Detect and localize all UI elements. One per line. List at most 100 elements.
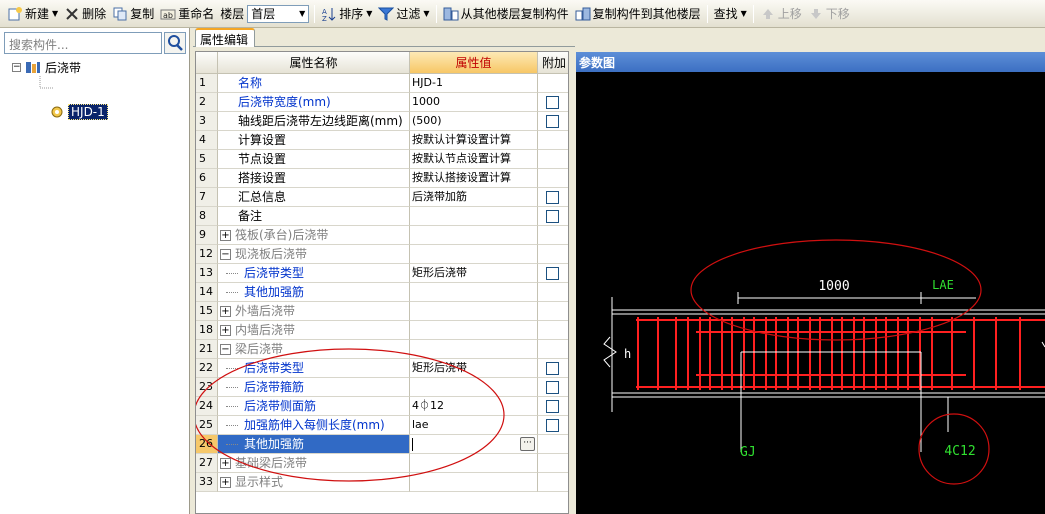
property-name-cell[interactable]: 其他加强筋	[218, 283, 410, 302]
collapse-icon[interactable]: −	[220, 344, 231, 355]
attach-checkbox[interactable]	[546, 191, 559, 204]
property-name-cell[interactable]: + 内墙后浇带	[218, 321, 410, 340]
tree-item-root[interactable]: − 后浇带	[12, 59, 81, 75]
table-row[interactable]: 12− 现浇板后浇带	[196, 245, 568, 264]
property-name-cell[interactable]: − 梁后浇带	[218, 340, 410, 359]
table-row[interactable]: 5 节点设置 按默认节点设置计算	[196, 150, 568, 169]
property-name-cell[interactable]: + 基础梁后浇带	[218, 454, 410, 473]
table-row[interactable]: 24 后浇带侧面筋 4⏀12	[196, 397, 568, 416]
sort-button[interactable]: AZ 排序 ▼	[318, 3, 375, 25]
delete-button[interactable]: 删除	[61, 3, 109, 25]
table-row[interactable]: 21− 梁后浇带	[196, 340, 568, 359]
table-row[interactable]: 18 + 内墙后浇带	[196, 321, 568, 340]
property-value-cell[interactable]	[410, 226, 538, 245]
move-down-button[interactable]: 下移	[805, 3, 853, 25]
property-name-cell[interactable]: 后浇带类型	[218, 359, 410, 378]
property-name-cell[interactable]: 名称	[218, 74, 410, 93]
attach-cell[interactable]	[538, 397, 568, 416]
property-value-cell[interactable]: 后浇带加筋	[410, 188, 538, 207]
property-value-cell[interactable]	[410, 283, 538, 302]
attach-cell[interactable]	[538, 207, 568, 226]
search-button[interactable]	[164, 32, 186, 54]
property-value-cell[interactable]: ···	[410, 435, 538, 454]
expand-icon[interactable]: +	[220, 477, 231, 488]
attach-cell[interactable]	[538, 264, 568, 283]
copy-to-floor-button[interactable]: 复制构件到其他楼层	[572, 3, 704, 25]
table-row[interactable]: 3 轴线距后浇带左边线距离(mm) (500)	[196, 112, 568, 131]
property-name-cell[interactable]: + 外墙后浇带	[218, 302, 410, 321]
property-name-cell[interactable]: 节点设置	[218, 150, 410, 169]
property-name-cell[interactable]: 加强筋伸入每侧长度(mm)	[218, 416, 410, 435]
table-row[interactable]: 14 其他加强筋	[196, 283, 568, 302]
property-value-cell[interactable]	[410, 454, 538, 473]
attach-cell[interactable]	[538, 378, 568, 397]
table-row[interactable]: 25 加强筋伸入每侧长度(mm) lae	[196, 416, 568, 435]
attach-cell[interactable]	[538, 359, 568, 378]
property-value-cell[interactable]	[410, 378, 538, 397]
property-value-cell[interactable]: 按默认搭接设置计算	[410, 169, 538, 188]
attach-cell[interactable]	[538, 416, 568, 435]
find-button[interactable]: 查找 ▼	[711, 3, 750, 25]
ellipsis-button[interactable]: ···	[520, 437, 535, 451]
property-value-cell[interactable]	[410, 302, 538, 321]
attach-checkbox[interactable]	[546, 96, 559, 109]
table-row[interactable]: 23 后浇带箍筋	[196, 378, 568, 397]
property-name-cell[interactable]: 计算设置	[218, 131, 410, 150]
property-value-cell[interactable]: HJD-1	[410, 74, 538, 93]
property-value-cell[interactable]: 矩形后浇带	[410, 264, 538, 283]
table-row[interactable]: 13 后浇带类型 矩形后浇带	[196, 264, 568, 283]
property-value-cell[interactable]: 按默认计算设置计算	[410, 131, 538, 150]
tree-collapse-toggle[interactable]: −	[12, 62, 21, 72]
property-name-cell[interactable]: 后浇带类型	[218, 264, 410, 283]
property-name-cell[interactable]: 搭接设置	[218, 169, 410, 188]
expand-icon[interactable]: +	[220, 230, 231, 241]
attach-checkbox[interactable]	[546, 362, 559, 375]
property-value-cell[interactable]: 按默认节点设置计算	[410, 150, 538, 169]
attach-checkbox[interactable]	[546, 381, 559, 394]
property-value-cell[interactable]: 矩形后浇带	[410, 359, 538, 378]
property-name-cell[interactable]: 后浇带宽度(mm)	[218, 93, 410, 112]
attach-cell[interactable]	[538, 93, 568, 112]
expand-icon[interactable]: +	[220, 458, 231, 469]
property-name-cell[interactable]: + 显示样式	[218, 473, 410, 492]
attach-checkbox[interactable]	[546, 419, 559, 432]
table-row[interactable]: 33 + 显示样式	[196, 473, 568, 492]
table-row[interactable]: 15 + 外墙后浇带	[196, 302, 568, 321]
property-value-cell[interactable]: 4⏀12	[410, 397, 538, 416]
property-value-cell[interactable]: 1000	[410, 93, 538, 112]
table-row[interactable]: 1 名称 HJD-1	[196, 74, 568, 93]
table-row[interactable]: 6 搭接设置 按默认搭接设置计算	[196, 169, 568, 188]
property-name-cell[interactable]: 后浇带侧面筋	[218, 397, 410, 416]
collapse-icon[interactable]: −	[220, 249, 231, 260]
table-row[interactable]: 8 备注	[196, 207, 568, 226]
expand-icon[interactable]: +	[220, 325, 231, 336]
table-row[interactable]: 22 后浇带类型 矩形后浇带	[196, 359, 568, 378]
attach-checkbox[interactable]	[546, 210, 559, 223]
tab-property-edit[interactable]: 属性编辑	[195, 28, 255, 47]
table-row[interactable]: 7 汇总信息 后浇带加筋	[196, 188, 568, 207]
table-row[interactable]: 9 + 筏板(承台)后浇带	[196, 226, 568, 245]
copy-button[interactable]: 复制	[109, 3, 157, 25]
property-value-cell[interactable]	[410, 473, 538, 492]
attach-cell[interactable]	[538, 188, 568, 207]
expand-icon[interactable]: +	[220, 306, 231, 317]
tree-item-hjd1[interactable]: HJD-1	[50, 104, 108, 120]
property-name-cell[interactable]: 轴线距后浇带左边线距离(mm)	[218, 112, 410, 131]
property-value-cell[interactable]: lae	[410, 416, 538, 435]
filter-button[interactable]: 过滤 ▼	[375, 3, 432, 25]
search-input[interactable]: 搜索构件...	[4, 32, 162, 54]
property-name-cell[interactable]: 汇总信息	[218, 188, 410, 207]
table-row[interactable]: 4 计算设置 按默认计算设置计算	[196, 131, 568, 150]
property-value-cell[interactable]	[410, 340, 538, 359]
property-value-cell[interactable]	[410, 245, 538, 264]
table-row[interactable]: 2 后浇带宽度(mm) 1000	[196, 93, 568, 112]
property-name-cell[interactable]: 后浇带箍筋	[218, 378, 410, 397]
attach-checkbox[interactable]	[546, 115, 559, 128]
property-value-cell[interactable]	[410, 207, 538, 226]
rename-button[interactable]: ab 重命名	[157, 3, 217, 25]
new-button[interactable]: 新建 ▼	[4, 3, 61, 25]
property-name-cell[interactable]: − 现浇板后浇带	[218, 245, 410, 264]
property-name-cell[interactable]: + 筏板(承台)后浇带	[218, 226, 410, 245]
attach-checkbox[interactable]	[546, 400, 559, 413]
property-value-cell[interactable]	[410, 321, 538, 340]
